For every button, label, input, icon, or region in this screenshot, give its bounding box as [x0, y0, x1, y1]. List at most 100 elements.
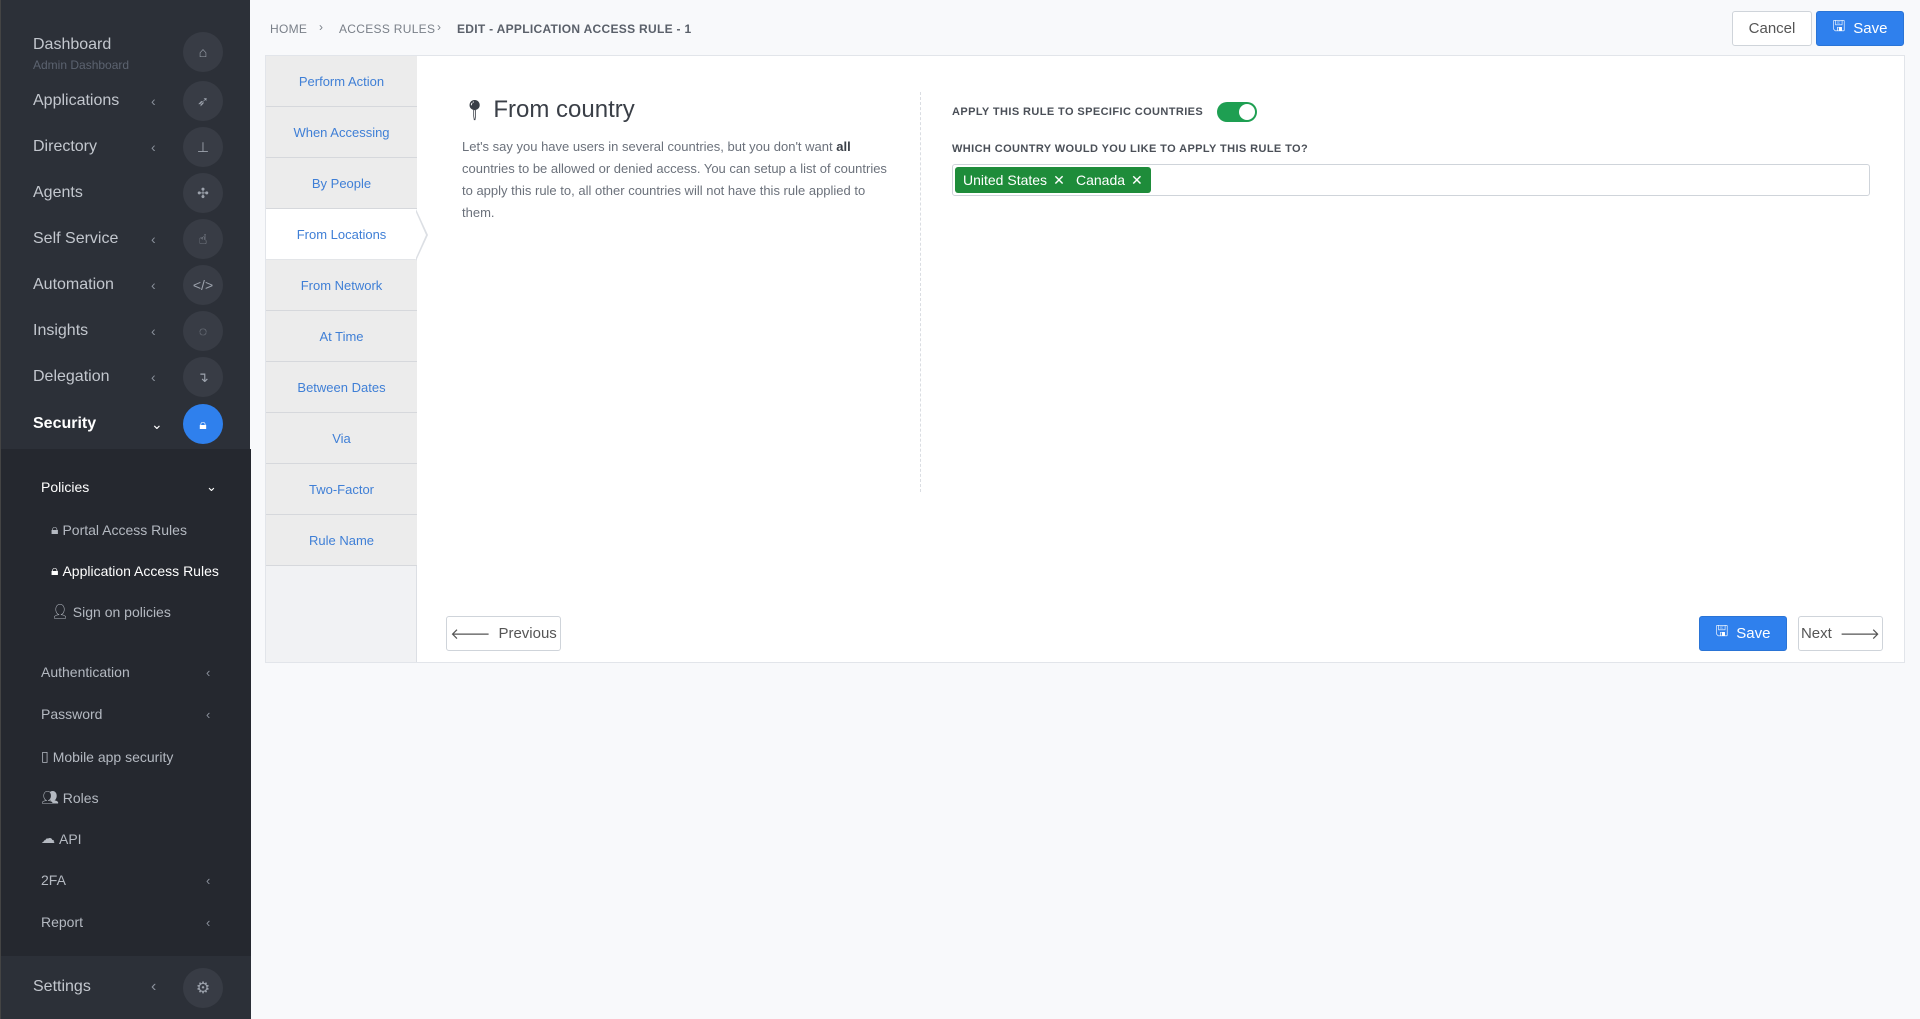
user-key-icon: 👤︎: [51, 603, 69, 619]
submenu-label: API: [59, 830, 82, 847]
tab-by-people[interactable]: By People: [266, 158, 417, 209]
hand-pointer-icon: ☝: [183, 219, 223, 259]
lock-icon: 🔒︎: [51, 521, 59, 537]
sitemap-icon: ⊥: [183, 127, 223, 167]
remove-tag-icon[interactable]: ✕: [1131, 172, 1143, 189]
tab-label: When Accessing: [293, 124, 390, 140]
breadcrumb-home[interactable]: HOME: [270, 22, 307, 36]
description-text-end: countries to be allowed or denied access…: [462, 161, 887, 220]
tab-at-time[interactable]: At Time: [266, 311, 417, 362]
submenu-label: 2FA: [41, 872, 66, 888]
tab-when-accessing[interactable]: When Accessing: [266, 107, 417, 158]
submenu-mobile-app-security[interactable]: ▯ Mobile app security: [41, 748, 173, 765]
tag-label: Canada: [1076, 172, 1126, 188]
tab-label: At Time: [319, 328, 364, 344]
delegation-icon: ↴: [183, 357, 223, 397]
submenu-password[interactable]: Password ‹: [41, 706, 210, 722]
cancel-button[interactable]: Cancel: [1732, 11, 1812, 46]
country-tag: United States ✕: [955, 167, 1073, 193]
breadcrumb-access-rules[interactable]: ACCESS RULES: [339, 22, 435, 36]
security-submenu: Policies ⌄ 🔒︎ Portal Access Rules 🔒︎ App…: [1, 449, 251, 956]
arrow-left-icon: 🡐: [450, 626, 491, 643]
submenu-roles[interactable]: 👥︎ Roles: [41, 789, 99, 806]
chevron-left-icon: ‹: [151, 369, 156, 385]
rule-editor-panel: Perform Action When Accessing By People …: [265, 55, 1905, 663]
tab-from-network[interactable]: From Network: [266, 260, 417, 311]
tab-label: Two-Factor: [308, 481, 374, 497]
footer-save-button[interactable]: 🖫 Save: [1699, 616, 1787, 651]
section-divider: [920, 92, 921, 492]
chevron-right-icon: ›: [437, 20, 441, 34]
chevron-left-icon: ‹: [206, 872, 211, 888]
previous-button[interactable]: 🡐 Previous: [446, 616, 561, 651]
sidebar-item-label: Security: [33, 415, 97, 432]
previous-label: Previous: [498, 625, 557, 642]
users-icon: 👥︎: [41, 789, 59, 805]
sidebar-item-agents[interactable]: Agents ✣: [1, 170, 251, 216]
sidebar-item-automation[interactable]: Automation ‹ </>: [1, 262, 251, 308]
active-tab-pointer-fill: [415, 210, 426, 260]
cloud-icon: ☁: [41, 830, 55, 846]
chevron-left-icon: ‹: [151, 323, 156, 339]
tab-from-locations[interactable]: From Locations: [266, 209, 417, 260]
submenu-label: Policies: [41, 479, 90, 495]
country-tag: Canada ✕: [1068, 167, 1151, 193]
submenu-label: Password: [41, 706, 103, 722]
country-field-label: WHICH COUNTRY WOULD YOU LIKE TO APPLY TH…: [952, 143, 1309, 155]
section-title: 📍︎ From country: [462, 96, 635, 124]
submenu-authentication[interactable]: Authentication ‹: [41, 664, 210, 680]
submenu-label: Application Access Rules: [62, 562, 219, 579]
specific-countries-toggle[interactable]: [1217, 102, 1257, 122]
tab-via[interactable]: Via: [266, 413, 417, 464]
next-button[interactable]: Next 🡒: [1798, 616, 1883, 651]
tab-label: Via: [332, 430, 351, 446]
rocket-icon: ➶: [183, 81, 223, 121]
chevron-left-icon: ‹: [206, 664, 211, 680]
sidebar-item-settings[interactable]: Settings ‹ ⚙: [1, 956, 251, 1019]
sidebar-item-security[interactable]: Security ⌄ 🔒︎: [1, 401, 251, 447]
next-label: Next: [1800, 625, 1832, 642]
submenu-label: Report: [41, 914, 84, 930]
description-bold: all: [836, 139, 851, 154]
country-tag-input[interactable]: United States ✕ Canada ✕: [952, 164, 1870, 196]
map-marker-icon: 📍︎: [462, 99, 488, 122]
sidebar-item-label: Applications: [33, 92, 120, 109]
submenu-label: Sign on policies: [72, 603, 171, 620]
description-text-start: Let's say you have users in several coun…: [462, 139, 837, 154]
sidebar-item-applications[interactable]: Applications ‹ ➶: [1, 78, 251, 124]
submenu-sign-on-policies[interactable]: 👤︎ Sign on policies: [51, 603, 171, 620]
submenu-2fa[interactable]: 2FA ‹: [41, 872, 210, 888]
tab-perform-action[interactable]: Perform Action: [266, 56, 417, 107]
chevron-left-icon: ‹: [151, 277, 156, 293]
chevron-left-icon: ‹: [151, 231, 156, 247]
chevron-left-icon: ‹: [151, 978, 157, 995]
arrow-right-icon: 🡒: [1839, 626, 1881, 643]
submenu-portal-access-rules[interactable]: 🔒︎ Portal Access Rules: [51, 521, 187, 538]
sidebar-item-directory[interactable]: Directory ‹ ⊥: [1, 124, 251, 170]
save-label: Save: [1736, 625, 1771, 642]
submenu-label: Mobile app security: [52, 748, 174, 765]
sidebar-item-label: Dashboard: [33, 36, 112, 53]
submenu-api[interactable]: ☁ API: [41, 830, 82, 847]
section-title-text: From country: [493, 96, 635, 123]
lock-icon: 🔒︎: [183, 404, 223, 444]
remove-tag-icon[interactable]: ✕: [1053, 172, 1065, 189]
sidebar-item-insights[interactable]: Insights ‹ ◌: [1, 308, 251, 354]
save-button[interactable]: 🖫 Save: [1816, 11, 1904, 46]
submenu-application-access-rules[interactable]: 🔒︎ Application Access Rules: [51, 562, 219, 579]
home-icon: ⌂: [183, 32, 223, 72]
submenu-report[interactable]: Report ‹: [41, 914, 210, 930]
sidebar-item-label: Automation: [33, 276, 114, 293]
sidebar-item-dashboard[interactable]: Dashboard Admin Dashboard ⌂: [1, 28, 251, 74]
tab-rule-name[interactable]: Rule Name: [266, 515, 417, 566]
sidebar-item-self-service[interactable]: Self Service ‹ ☝: [1, 216, 251, 262]
tab-label: From Network: [300, 277, 383, 293]
submenu-label: Roles: [62, 789, 99, 806]
tab-between-dates[interactable]: Between Dates: [266, 362, 417, 413]
submenu-policies[interactable]: Policies ⌄: [41, 479, 217, 495]
sidebar-item-delegation[interactable]: Delegation ‹ ↴: [1, 354, 251, 400]
tab-two-factor[interactable]: Two-Factor: [266, 464, 417, 515]
gear-icon: ⚙: [183, 968, 223, 1008]
tag-label: United States: [963, 172, 1048, 188]
sidebar-item-label: Delegation: [33, 368, 110, 385]
